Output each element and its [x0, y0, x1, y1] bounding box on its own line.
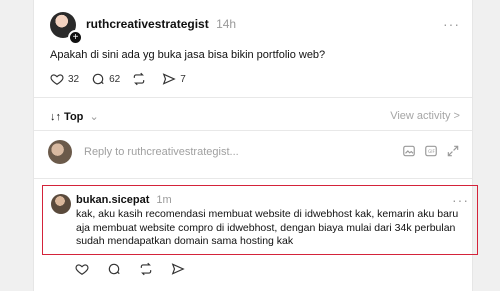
- divider: [34, 178, 472, 179]
- more-options-icon[interactable]: ···: [443, 16, 460, 32]
- heart-icon[interactable]: [75, 262, 89, 276]
- comment-actions: [75, 262, 185, 276]
- share-button[interactable]: 7: [162, 72, 186, 86]
- post-text: Apakah di sini ada yg buka jasa bisa bik…: [50, 49, 326, 61]
- reply-count: 62: [109, 73, 121, 85]
- comment-icon[interactable]: [107, 262, 121, 276]
- divider: [34, 130, 472, 131]
- post-username[interactable]: ruthcreativestrategist: [86, 17, 209, 31]
- sort-row: ↓↑ Top ⌄ View activity >: [50, 110, 460, 123]
- comment-button[interactable]: 62: [91, 72, 120, 86]
- gif-icon[interactable]: GIF: [424, 144, 438, 158]
- comment: bukan.sicepat 1m ··· kak, aku kasih reco…: [42, 185, 478, 255]
- comment-text: kak, aku kasih recomendasi membuat websi…: [76, 208, 459, 247]
- comment-time: 1m: [156, 194, 172, 206]
- comment-icon: [92, 73, 104, 85]
- heart-icon: [50, 74, 64, 85]
- divider: [34, 97, 472, 98]
- follow-plus-icon[interactable]: +: [68, 30, 83, 45]
- share-icon[interactable]: [171, 262, 185, 276]
- svg-text:GIF: GIF: [428, 149, 435, 154]
- repost-button[interactable]: [132, 72, 150, 86]
- repost-icon: [134, 72, 145, 86]
- more-options-icon[interactable]: ···: [452, 192, 469, 208]
- sort-dropdown[interactable]: ↓↑ Top: [50, 111, 83, 123]
- image-icon[interactable]: [402, 144, 416, 158]
- chevron-down-icon[interactable]: ⌄: [89, 111, 98, 123]
- share-count: 7: [180, 73, 186, 85]
- comment-username[interactable]: bukan.sicepat: [76, 194, 149, 206]
- reply-input[interactable]: Reply to ruthcreativestrategist...: [84, 146, 239, 158]
- view-activity-link[interactable]: View activity >: [390, 110, 460, 122]
- repost-icon[interactable]: [139, 262, 153, 276]
- post-time: 14h: [216, 17, 237, 31]
- avatar: [48, 140, 72, 164]
- like-button[interactable]: 32: [50, 72, 79, 86]
- like-count: 32: [68, 73, 80, 85]
- expand-icon[interactable]: [446, 144, 460, 158]
- reply-box[interactable]: Reply to ruthcreativestrategist... GIF: [48, 140, 460, 166]
- reply-toolbar: GIF: [402, 144, 460, 158]
- avatar[interactable]: [51, 194, 71, 214]
- share-icon: [162, 73, 176, 85]
- post-actions: 32 62 7: [50, 72, 198, 86]
- post-author-row: ruthcreativestrategist 14h: [86, 17, 236, 31]
- comment-author-row: bukan.sicepat 1m: [76, 194, 172, 206]
